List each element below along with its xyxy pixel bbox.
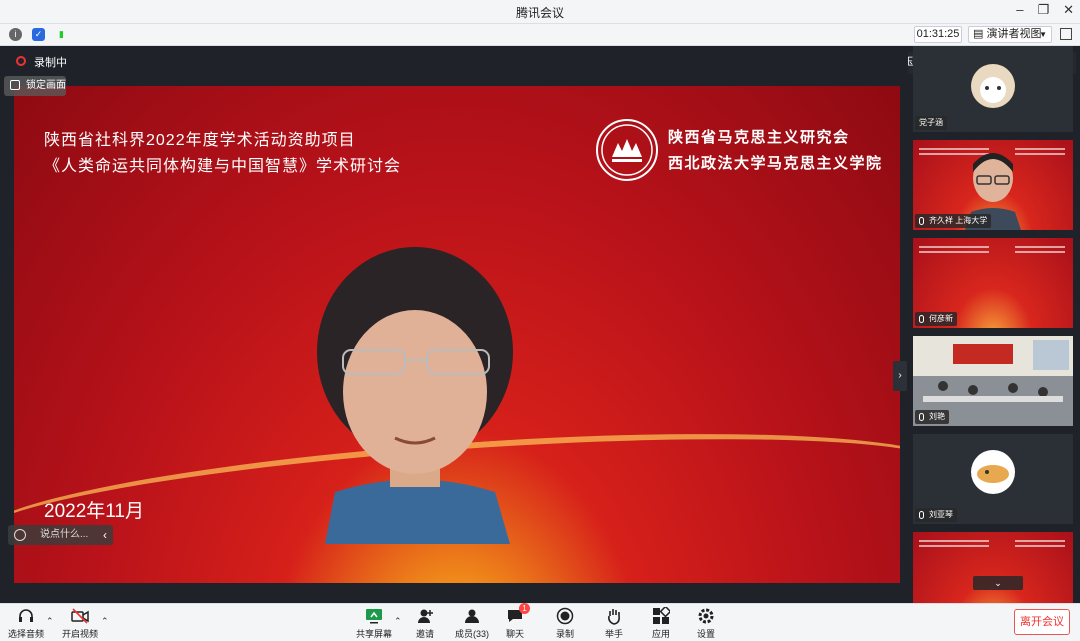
avatar bbox=[971, 64, 1015, 108]
chat-input-placeholder: 说点什么... bbox=[40, 529, 89, 540]
info-icon[interactable]: i bbox=[9, 28, 22, 41]
raise-hand-button[interactable]: 举手 bbox=[605, 607, 623, 640]
participant-name: 刘艳 bbox=[929, 412, 945, 421]
members-icon bbox=[463, 607, 481, 625]
lock-screen-label: 锁定画面 bbox=[26, 80, 66, 91]
scroll-down-icon[interactable]: ⌄ bbox=[973, 576, 1023, 590]
participant-name-label: 刘亚琴 bbox=[915, 508, 957, 522]
main-stage: 录制中 陕西省社科界2022年度学术活动资助项目 《人类命运共同体构建与中国智慧… bbox=[0, 46, 908, 603]
title-bar: 腾讯会议 – ❐ ✕ bbox=[0, 0, 1080, 24]
apps-label: 应用 bbox=[652, 629, 671, 639]
participant-name: 何彦新 bbox=[929, 314, 953, 323]
view-mode-icon: ▤ bbox=[973, 28, 987, 40]
share-screen-icon bbox=[365, 607, 383, 625]
record-button[interactable]: 录制 bbox=[556, 607, 574, 640]
participant-name: 刘亚琴 bbox=[929, 510, 953, 519]
collapse-icon[interactable]: ‹ bbox=[103, 525, 107, 545]
mic-muted-icon bbox=[919, 511, 924, 519]
participant-name: 齐久祥 上海大学 bbox=[929, 216, 988, 225]
participant-tile[interactable]: 党子涵 bbox=[913, 46, 1073, 132]
members-label: 成员(33) bbox=[455, 629, 490, 639]
settings-label: 设置 bbox=[697, 629, 716, 639]
participant-tile[interactable]: 刘亚琴 bbox=[913, 434, 1073, 524]
mini-slide-text bbox=[1015, 246, 1065, 248]
chat-badge: 1 bbox=[519, 603, 530, 614]
apps-icon bbox=[652, 605, 672, 625]
emoji-icon[interactable] bbox=[14, 529, 26, 541]
participant-sidebar: 正在讲话: 雷玉翠; 党子涵 齐久祥 上海大学 何彦新 bbox=[908, 46, 1080, 603]
minimize-icon[interactable]: – bbox=[1016, 2, 1023, 18]
add-user-icon bbox=[416, 607, 434, 625]
record-label: 录制 bbox=[556, 629, 575, 639]
lock-icon bbox=[10, 80, 20, 90]
mic-muted-icon bbox=[919, 413, 924, 421]
chat-button[interactable]: 1 聊天 bbox=[506, 603, 530, 640]
hand-icon bbox=[605, 607, 623, 625]
share-screen-button[interactable]: 共享屏幕 bbox=[356, 607, 392, 640]
share-options-icon[interactable]: ⌃ bbox=[394, 616, 402, 627]
video-options-icon[interactable]: ⌃ bbox=[101, 616, 109, 627]
participant-name-label: 齐久祥 上海大学 bbox=[915, 214, 992, 228]
close-icon[interactable]: ✕ bbox=[1063, 2, 1074, 18]
video-button[interactable]: 开启视频 bbox=[62, 607, 98, 640]
sidebar-toggle[interactable]: › bbox=[893, 361, 907, 391]
slide-org-line1: 陕西省马克思主义研究会 bbox=[668, 129, 850, 146]
recording-label: 录制中 bbox=[34, 57, 67, 69]
participant-tile[interactable]: 刘艳 bbox=[913, 336, 1073, 426]
participant-name: 党子涵 bbox=[915, 116, 947, 130]
chat-icon: 1 bbox=[506, 603, 530, 625]
mic-icon bbox=[919, 217, 924, 225]
settings-button[interactable]: 设置 bbox=[697, 607, 715, 640]
gear-icon bbox=[697, 607, 715, 625]
slide-title-line1: 陕西省社科界2022年度学术活动资助项目 bbox=[44, 132, 356, 149]
speaker-video bbox=[317, 247, 513, 544]
video-label: 开启视频 bbox=[62, 629, 99, 639]
meeting-timer: 01:31:25 bbox=[914, 26, 962, 43]
members-button[interactable]: 成员(33) bbox=[455, 607, 489, 640]
participant-tile[interactable]: ⌄ bbox=[913, 532, 1073, 603]
mini-slide-text bbox=[919, 246, 989, 248]
audio-label: 选择音频 bbox=[8, 629, 45, 639]
apps-button[interactable]: 应用 bbox=[652, 605, 672, 640]
camera-off-icon bbox=[71, 607, 89, 625]
share-label: 共享屏幕 bbox=[356, 629, 393, 639]
raise-hand-label: 举手 bbox=[605, 629, 624, 639]
invite-label: 邀请 bbox=[416, 629, 435, 639]
status-bar: i ✓ ▮ 01:31:25 ▤ 演讲者视图 ▼ bbox=[0, 24, 1080, 46]
meeting-toolbar: 选择音频 ⌃ 开启视频 ⌃ 共享屏幕 ⌃ 邀请 成员(33) 1 聊天 录制 举… bbox=[0, 603, 1080, 641]
participant-name-label: 何彦新 bbox=[915, 312, 957, 326]
chevron-down-icon: ▼ bbox=[1039, 30, 1047, 39]
audio-button[interactable]: 选择音频 bbox=[8, 607, 44, 640]
headset-icon bbox=[17, 607, 35, 625]
record-icon bbox=[556, 607, 574, 625]
chat-label: 聊天 bbox=[506, 629, 525, 639]
shield-icon[interactable]: ✓ bbox=[32, 28, 45, 41]
window-title: 腾讯会议 bbox=[515, 6, 564, 20]
participant-tile[interactable]: 何彦新 bbox=[913, 238, 1073, 328]
mic-muted-icon bbox=[919, 315, 924, 323]
mini-slide-text bbox=[1015, 148, 1065, 150]
mini-slide-text bbox=[919, 540, 989, 542]
leave-meeting-button[interactable]: 离开会议 bbox=[1014, 609, 1070, 635]
slide-title-line2: 《人类命运共同体构建与中国智慧》学术研讨会 bbox=[44, 158, 402, 175]
view-mode-label: 演讲者视图 bbox=[986, 28, 1042, 40]
participant-name-label: 刘艳 bbox=[915, 410, 949, 424]
maximize-icon[interactable]: ❐ bbox=[1037, 2, 1049, 18]
slide-date: 2022年11月 bbox=[44, 501, 144, 522]
view-mode-select[interactable]: ▤ 演讲者视图 ▼ bbox=[968, 26, 1052, 43]
chat-quick-input[interactable]: 说点什么... ‹ bbox=[8, 525, 113, 545]
invite-button[interactable]: 邀请 bbox=[416, 607, 434, 640]
participant-tile[interactable]: 齐久祥 上海大学 bbox=[913, 140, 1073, 230]
mini-slide-text bbox=[1015, 540, 1065, 542]
audio-options-icon[interactable]: ⌃ bbox=[46, 616, 54, 627]
recording-bar: 录制中 bbox=[0, 46, 908, 76]
emblem-icon bbox=[596, 119, 658, 181]
slide-org-line2: 西北政法大学马克思主义学院 bbox=[668, 155, 883, 172]
recording-icon bbox=[16, 56, 26, 66]
fullscreen-icon[interactable] bbox=[1060, 28, 1072, 40]
avatar bbox=[971, 450, 1015, 494]
signal-icon[interactable]: ▮ bbox=[55, 28, 68, 41]
window-controls: – ❐ ✕ bbox=[1016, 2, 1074, 18]
lock-screen-button[interactable]: 锁定画面 bbox=[4, 76, 66, 96]
